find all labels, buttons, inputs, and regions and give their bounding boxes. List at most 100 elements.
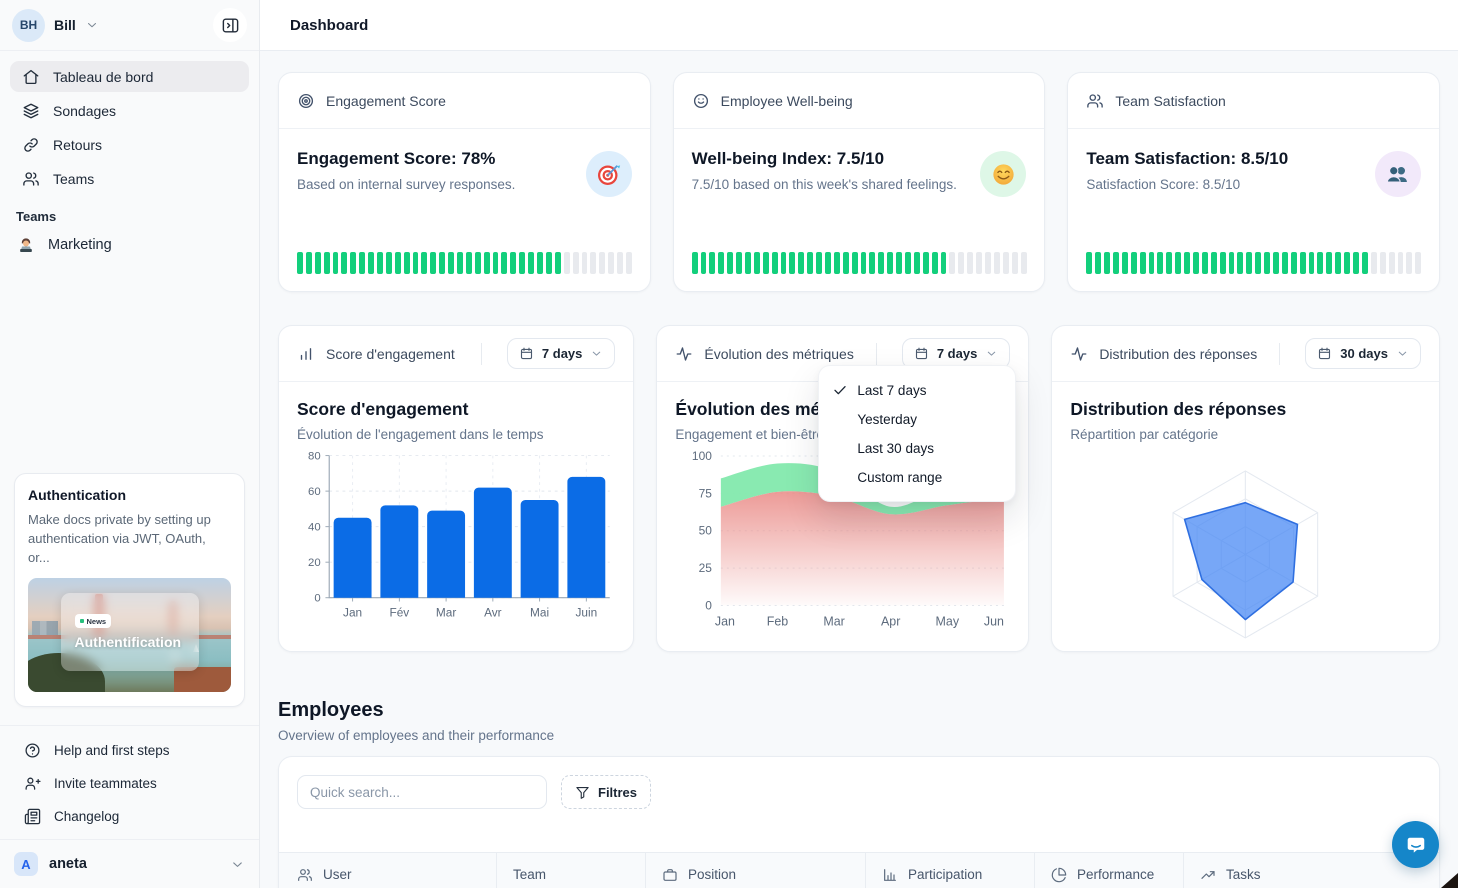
- progress-bar: [692, 252, 1027, 274]
- user-avatar[interactable]: BH: [12, 9, 45, 42]
- chat-launcher-button[interactable]: [1392, 821, 1439, 868]
- svg-text:0: 0: [706, 598, 713, 612]
- topbar: Dashboard: [260, 0, 1458, 51]
- menu-item-last-30-days[interactable]: Last 30 days: [819, 434, 1015, 463]
- news-badge-label: News: [87, 617, 107, 626]
- chart-subtitle: Évolution de l'engagement dans le temps: [297, 427, 615, 442]
- column-header-label: Team: [513, 867, 546, 882]
- target-icon: [297, 92, 315, 110]
- team-satisfaction-card: Team Satisfaction Team Satisfaction: 8.5…: [1067, 72, 1440, 292]
- chevron-down-icon: [230, 857, 245, 872]
- chevron-down-icon: [1396, 347, 1409, 360]
- column-header-performance[interactable]: Performance: [1034, 853, 1183, 888]
- svg-text:25: 25: [699, 561, 713, 575]
- svg-text:100: 100: [692, 449, 712, 463]
- sidebar-item-retours[interactable]: Retours: [10, 129, 249, 160]
- workspace-name: aneta: [49, 856, 87, 872]
- sidebar-item-teams[interactable]: Teams: [10, 163, 249, 194]
- responses-radar-chart: [1070, 448, 1421, 665]
- menu-item-label: Custom range: [857, 470, 942, 485]
- briefcase-icon: [662, 867, 678, 883]
- svg-text:May: May: [936, 614, 960, 628]
- employees-table-card: Filtres User Team Position: [278, 756, 1440, 888]
- users-icon: [297, 867, 313, 883]
- promo-image-title: Authentification: [75, 634, 182, 650]
- smile-emoji-badge: [980, 151, 1026, 197]
- svg-text:Fév: Fév: [389, 606, 409, 620]
- card-header-label: Engagement Score: [326, 93, 446, 109]
- activity-icon: [1070, 345, 1088, 363]
- help-and-first-steps-item[interactable]: Help and first steps: [0, 734, 259, 767]
- svg-text:0: 0: [314, 593, 320, 605]
- column-header-participation[interactable]: Participation: [865, 853, 1034, 888]
- header-divider: [876, 343, 877, 365]
- date-range-button[interactable]: 7 days: [507, 338, 615, 369]
- stat-text: Well-being Index: 7.5/10 7.5/10 based on…: [692, 149, 969, 192]
- sidebar-footer: Help and first steps Invite teammates Ch…: [0, 725, 259, 839]
- column-header-user[interactable]: User: [279, 853, 496, 888]
- trending-up-icon: [1200, 867, 1216, 883]
- menu-item-custom-range[interactable]: Custom range: [819, 463, 1015, 492]
- user-name[interactable]: Bill: [54, 17, 76, 33]
- svg-text:Mai: Mai: [530, 606, 549, 620]
- card-header-label: Évolution des métriques: [704, 346, 853, 362]
- stat-body: Team Satisfaction: 8.5/10 Satisfaction S…: [1068, 129, 1439, 197]
- busts-emoji-badge: [1375, 151, 1421, 197]
- team-item-label: Marketing: [48, 237, 112, 253]
- sidebar-item-label: Sondages: [53, 103, 116, 119]
- target-emoji-icon: [595, 161, 622, 188]
- engagement-bar-chart: 020406080JanFévMarAvrMaiJuin: [297, 448, 615, 622]
- sidebar-item-tableau-de-bord[interactable]: Tableau de bord: [10, 61, 249, 92]
- technologist-emoji-icon: [16, 235, 36, 255]
- employees-table-header: User Team Position Participation: [279, 852, 1439, 888]
- stat-subtext: Satisfaction Score: 8.5/10: [1086, 177, 1363, 192]
- authentication-promo-card[interactable]: Authentication Make docs private by sett…: [14, 473, 245, 707]
- promo-image[interactable]: News Authentification: [28, 578, 231, 692]
- target-emoji-badge: [586, 151, 632, 197]
- menu-item-yesterday[interactable]: Yesterday: [819, 405, 1015, 434]
- table-toolbar: Filtres: [297, 775, 1421, 809]
- column-header-label: Tasks: [1226, 867, 1261, 882]
- card-header: Employee Well-being: [674, 73, 1045, 129]
- stat-headline: Well-being Index: 7.5/10: [692, 149, 969, 169]
- footer-item-label: Invite teammates: [54, 776, 157, 791]
- pie-chart-icon: [1051, 867, 1067, 883]
- users-icon: [1086, 92, 1104, 110]
- progress-bar: [1086, 252, 1421, 274]
- changelog-item[interactable]: Changelog: [0, 800, 259, 833]
- bar-chart-icon: [297, 345, 315, 363]
- sidebar-header: BH Bill: [0, 0, 259, 51]
- svg-text:Mar: Mar: [824, 614, 845, 628]
- search-input[interactable]: [297, 775, 547, 809]
- progress-bar: [297, 252, 632, 274]
- column-header-position[interactable]: Position: [645, 853, 865, 888]
- date-range-button[interactable]: 30 days: [1305, 338, 1421, 369]
- sidebar-item-sondages[interactable]: Sondages: [10, 95, 249, 126]
- menu-item-last-7-days[interactable]: Last 7 days: [819, 375, 1015, 405]
- content: Engagement Score Engagement Score: 78% B…: [260, 51, 1458, 888]
- sidebar: BH Bill Tableau de bord Sondages Retours…: [0, 0, 260, 888]
- sidebar-team-marketing[interactable]: Marketing: [0, 230, 259, 260]
- svg-text:75: 75: [699, 486, 713, 500]
- column-header-team[interactable]: Team: [496, 853, 645, 888]
- filters-button[interactable]: Filtres: [561, 775, 651, 809]
- svg-text:Apr: Apr: [881, 614, 900, 628]
- workspace-switcher[interactable]: A aneta: [0, 839, 259, 888]
- chart-title: Score d'engagement: [297, 399, 615, 420]
- calendar-icon: [519, 346, 534, 361]
- chart-subtitle: Répartition par catégorie: [1070, 427, 1421, 442]
- invite-teammates-item[interactable]: Invite teammates: [0, 767, 259, 800]
- collapse-sidebar-button[interactable]: [213, 8, 247, 42]
- card-header: Distribution des réponses 30 days: [1052, 326, 1439, 382]
- promo-title: Authentication: [28, 487, 231, 503]
- charts-row: Score d'engagement 7 days Score d'engage…: [278, 325, 1440, 652]
- card-header: Engagement Score: [279, 73, 650, 129]
- stat-text: Engagement Score: 78% Based on internal …: [297, 149, 574, 192]
- calendar-icon: [914, 346, 929, 361]
- svg-text:Jan: Jan: [343, 606, 362, 620]
- svg-text:60: 60: [308, 486, 321, 498]
- menu-item-label: Last 7 days: [857, 383, 926, 398]
- workspace-avatar: A: [14, 852, 38, 876]
- employees-section: Employees Overview of employees and thei…: [278, 699, 1440, 888]
- date-range-label: 30 days: [1340, 346, 1388, 361]
